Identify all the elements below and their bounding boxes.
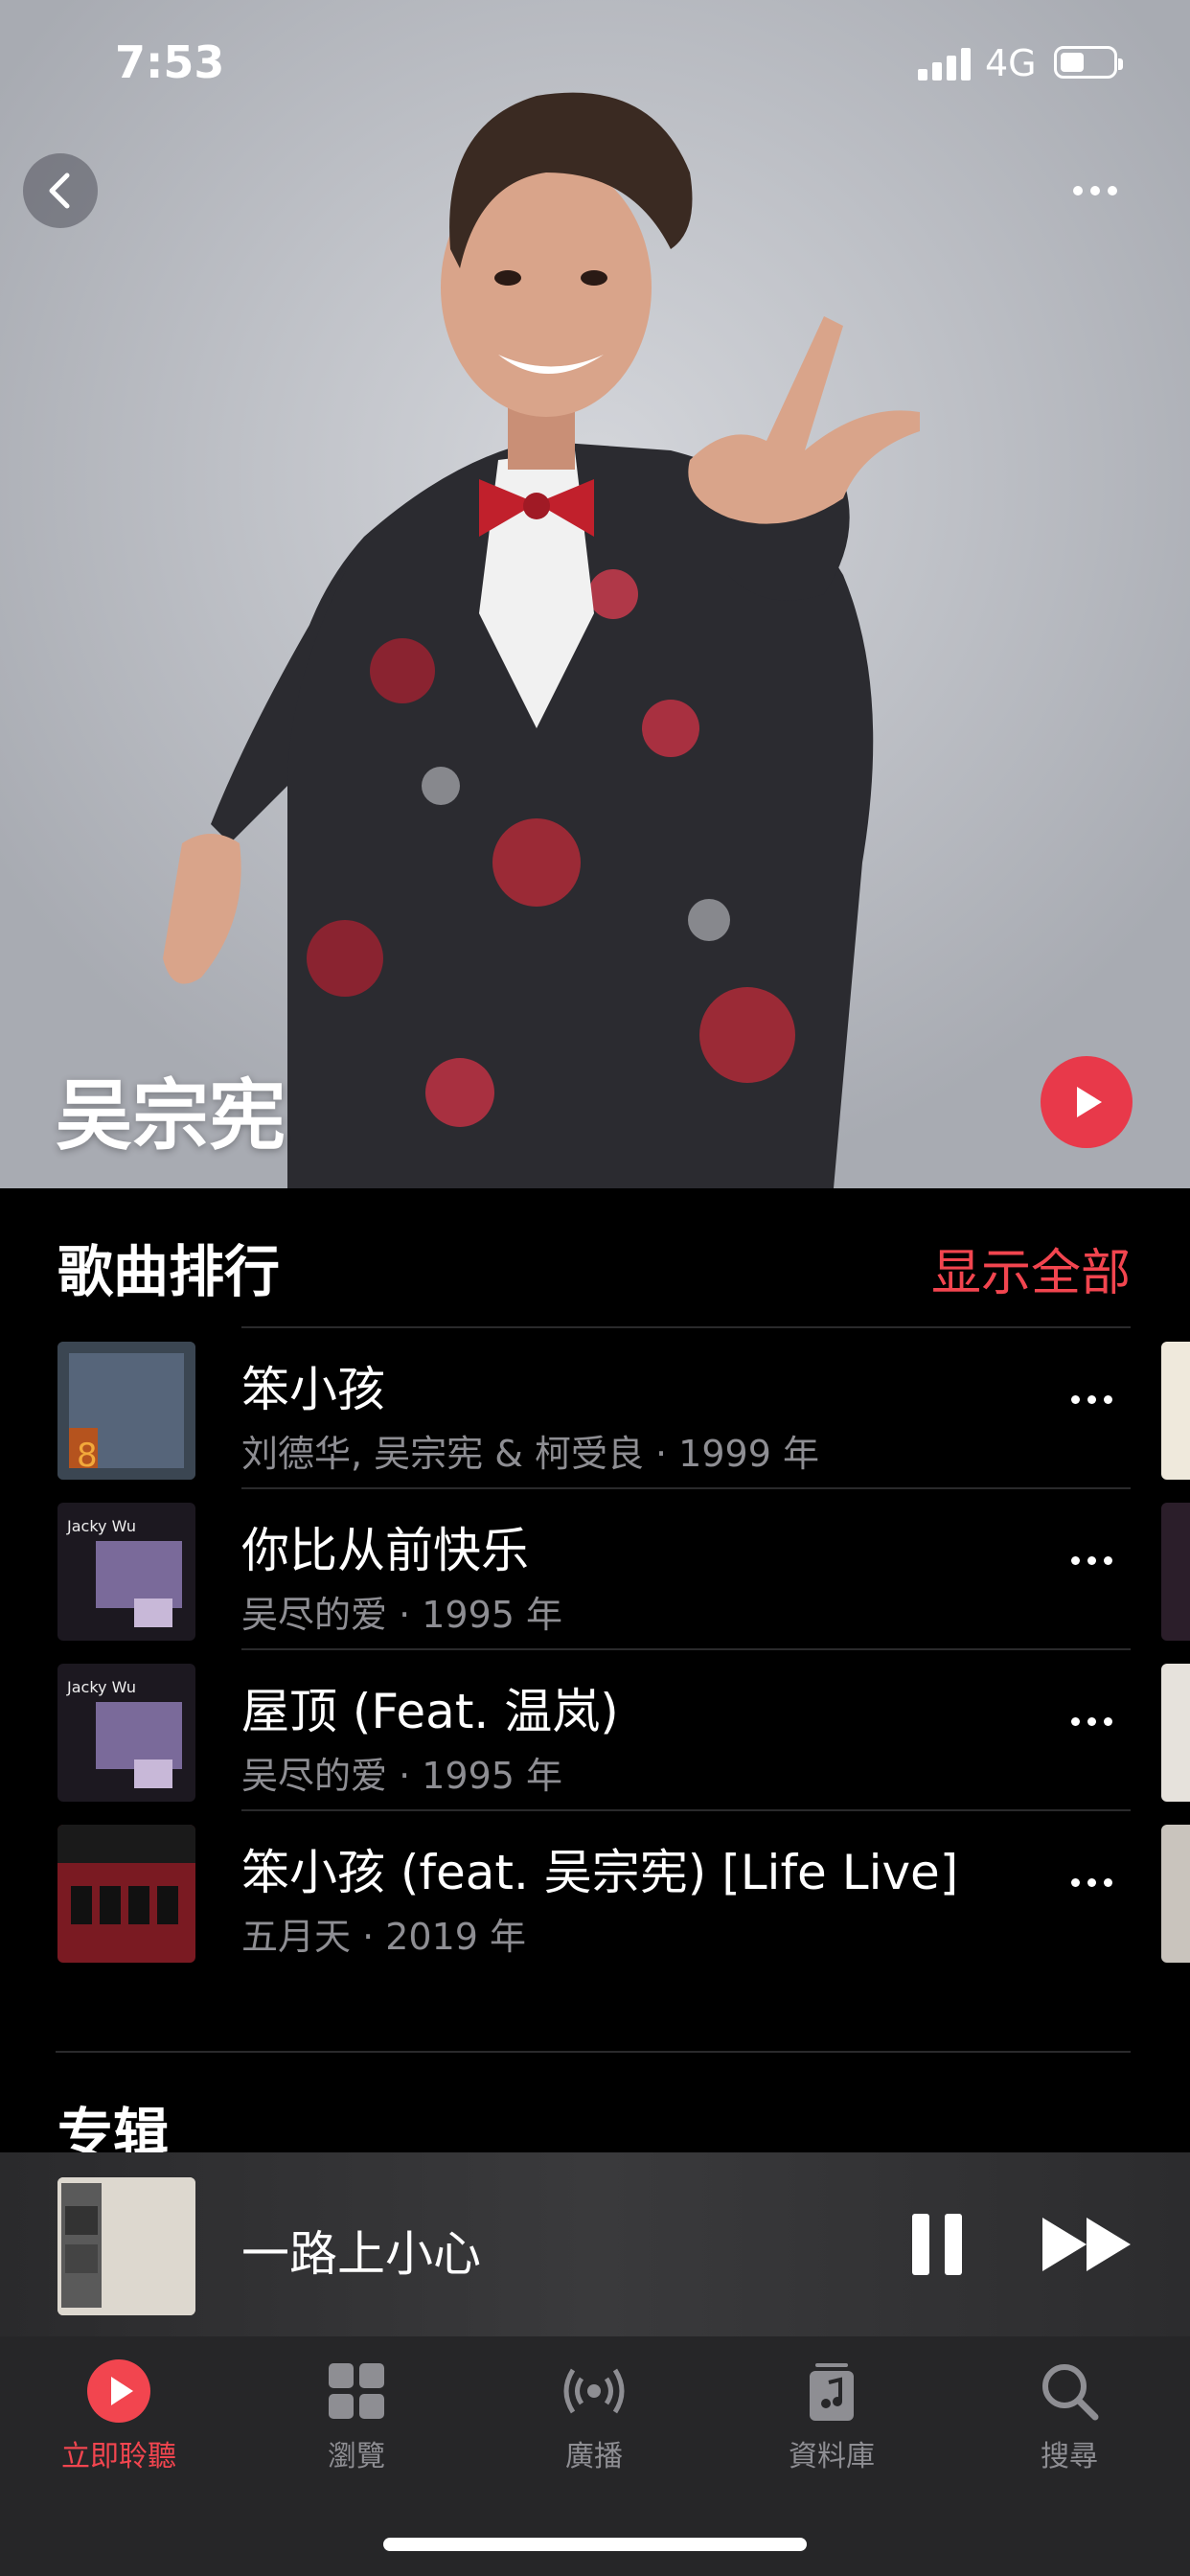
song-more-button[interactable] (1071, 1556, 1112, 1565)
divider (56, 2051, 1131, 2053)
song-more-button[interactable] (1071, 1395, 1112, 1404)
mini-player[interactable]: 一路上小心 (0, 2152, 1190, 2336)
broadcast-icon (561, 2358, 628, 2425)
svg-text:8: 8 (77, 1437, 98, 1475)
svg-text:Jacky Wu: Jacky Wu (66, 1517, 136, 1535)
song-title: 你比从前快乐 (241, 1523, 529, 1578)
battery-icon (1054, 46, 1123, 79)
artist-hero (0, 0, 1190, 1188)
music-library-icon (798, 2358, 865, 2425)
tab-label: 廣播 (565, 2440, 623, 2473)
tab-listen-now[interactable]: 立即聆聽 (52, 2358, 186, 2474)
song-row[interactable]: 8 笨小孩 刘德华, 吴宗宪 & 柯受良 · 1999 年 (0, 1328, 1190, 1489)
album-art: 8 (57, 1342, 195, 1480)
play-artist-button[interactable] (1041, 1056, 1133, 1148)
play-icon (1077, 1087, 1102, 1117)
next-page-art (1161, 1825, 1190, 1963)
search-icon (1036, 2358, 1103, 2425)
now-playing-title: 一路上小心 (241, 2226, 481, 2282)
show-all-link[interactable]: 显示全部 (931, 1232, 1131, 1304)
song-row[interactable]: Jacky Wu 你比从前快乐 吴尽的爱 · 1995 年 (0, 1489, 1190, 1650)
song-subtitle: 吴尽的爱 · 1995 年 (241, 1594, 563, 1636)
artist-name: 吴宗宪 (56, 1071, 286, 1161)
song-row[interactable]: Jacky Wu 屋顶 (Feat. 温岚) 吴尽的爱 · 1995 年 (0, 1650, 1190, 1811)
next-page-art (1161, 1503, 1190, 1641)
home-indicator[interactable] (383, 2538, 807, 2551)
tab-browse[interactable]: 瀏覽 (289, 2358, 423, 2474)
album-art: Jacky Wu (57, 1664, 195, 1802)
top-songs-title: 歌曲排行 (57, 1239, 281, 1304)
tab-label: 搜尋 (1041, 2440, 1098, 2473)
pause-button[interactable] (912, 2214, 966, 2275)
tab-library[interactable]: 資料庫 (765, 2358, 899, 2474)
svg-text:Jacky Wu: Jacky Wu (66, 1678, 136, 1696)
song-subtitle: 吴尽的爱 · 1995 年 (241, 1755, 563, 1797)
status-bar: 7:53 4G (0, 0, 1190, 125)
top-songs-section: 歌曲排行 显示全部 8 笨小孩 刘德华, 吴宗宪 & 柯受良 · 1999 年 … (0, 1188, 1190, 2167)
song-subtitle: 刘德华, 吴宗宪 & 柯受良 · 1999 年 (241, 1433, 819, 1475)
tab-label: 資料庫 (789, 2440, 875, 2473)
next-page-art (1161, 1664, 1190, 1802)
tab-label: 立即聆聽 (61, 2440, 176, 2473)
tab-radio[interactable]: 廣播 (527, 2358, 661, 2474)
ellipsis-icon (1073, 186, 1117, 196)
status-time: 7:53 (115, 36, 225, 88)
album-art (57, 1825, 195, 1963)
network-type: 4G (985, 42, 1037, 84)
song-more-button[interactable] (1071, 1717, 1112, 1726)
grid-icon (323, 2358, 390, 2425)
fast-forward-icon[interactable] (1042, 2218, 1134, 2271)
more-options-button[interactable] (1058, 153, 1133, 228)
song-title: 笨小孩 (feat. 吴宗宪) [Life Live] (241, 1845, 959, 1900)
album-art: Jacky Wu (57, 1503, 195, 1641)
song-title: 屋顶 (Feat. 温岚) (241, 1684, 619, 1739)
chevron-left-icon (49, 172, 70, 209)
artist-photo (0, 0, 1190, 1188)
next-page-art (1161, 1342, 1190, 1480)
song-more-button[interactable] (1071, 1878, 1112, 1887)
song-subtitle: 五月天 · 2019 年 (241, 1916, 527, 1958)
signal-icon (918, 48, 972, 80)
song-row[interactable]: 笨小孩 (feat. 吴宗宪) [Life Live] 五月天 · 2019 年 (0, 1811, 1190, 1972)
now-playing-art (57, 2177, 195, 2315)
tab-label: 瀏覽 (328, 2440, 385, 2473)
back-button[interactable] (23, 153, 98, 228)
tab-search[interactable]: 搜尋 (1002, 2358, 1136, 2474)
song-title: 笨小孩 (241, 1362, 385, 1417)
play-circle-icon (85, 2358, 152, 2425)
